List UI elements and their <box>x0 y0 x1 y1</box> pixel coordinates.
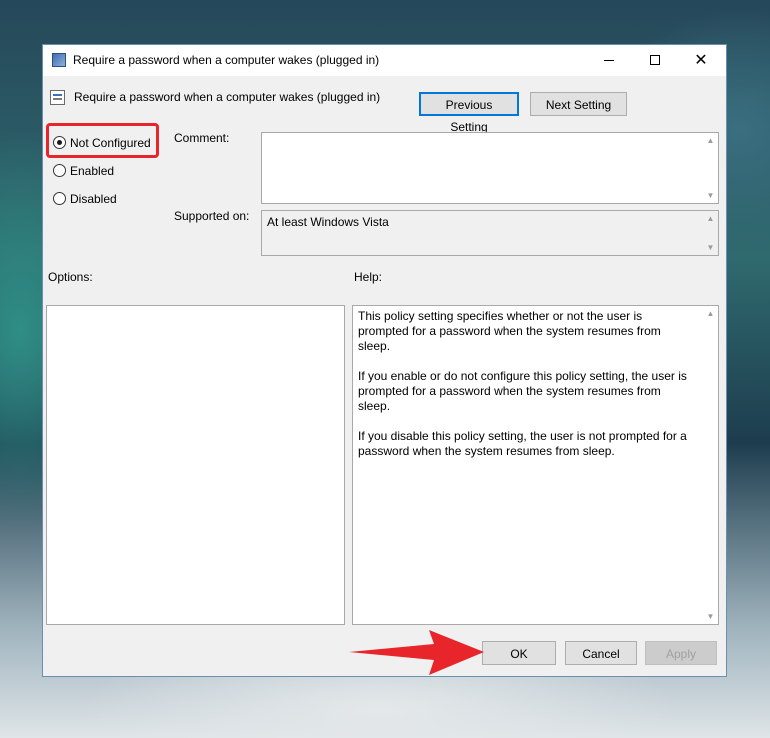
apply-button[interactable]: Apply <box>645 641 717 665</box>
maximize-button[interactable] <box>632 45 678 76</box>
help-paragraph: If you disable this policy setting, the … <box>358 429 687 458</box>
minimize-icon <box>604 60 614 61</box>
next-setting-button[interactable]: Next Setting <box>530 92 627 116</box>
supported-on-value: At least Windows Vista <box>267 215 389 229</box>
annotation-highlight-box <box>46 123 159 158</box>
cancel-button[interactable]: Cancel <box>565 641 637 665</box>
comment-textarea[interactable]: ▲ ▼ <box>261 132 719 204</box>
previous-setting-button[interactable]: Previous Setting <box>419 92 519 134</box>
scroll-up-icon[interactable]: ▲ <box>706 136 715 145</box>
scroll-down-icon[interactable]: ▼ <box>706 191 715 200</box>
scroll-down-icon[interactable]: ▼ <box>706 243 715 252</box>
help-panel[interactable]: This policy setting specifies whether or… <box>352 305 719 625</box>
radio-button[interactable] <box>53 192 66 205</box>
scroll-down-icon[interactable]: ▼ <box>706 612 715 621</box>
comment-label: Comment: <box>174 131 230 145</box>
help-label: Help: <box>354 270 383 284</box>
supported-scrollbar[interactable]: ▲ ▼ <box>703 211 718 255</box>
help-scrollbar[interactable]: ▲ ▼ <box>703 306 718 624</box>
options-label: Options: <box>48 270 93 284</box>
setting-icon <box>50 90 65 105</box>
minimize-button[interactable] <box>586 45 632 76</box>
scroll-up-icon[interactable]: ▲ <box>706 309 715 318</box>
supported-on-label: Supported on: <box>174 209 250 223</box>
help-paragraph: If you enable or do not configure this p… <box>358 369 687 413</box>
comment-scrollbar[interactable]: ▲ ▼ <box>703 133 718 203</box>
window-title: Require a password when a computer wakes… <box>73 53 380 67</box>
title-bar[interactable]: Require a password when a computer wakes… <box>43 45 726 76</box>
maximize-icon <box>650 55 660 65</box>
setting-name: Require a password when a computer wakes… <box>74 90 381 104</box>
policy-icon <box>52 53 66 67</box>
options-panel <box>46 305 345 625</box>
radio-label: Enabled <box>70 164 115 178</box>
radio-label: Disabled <box>70 192 117 206</box>
help-paragraph: This policy setting specifies whether or… <box>358 309 661 353</box>
close-icon: ✕ <box>694 52 708 69</box>
policy-setting-dialog: Require a password when a computer wakes… <box>42 44 727 677</box>
radio-button[interactable] <box>53 164 66 177</box>
scroll-up-icon[interactable]: ▲ <box>706 214 715 223</box>
ok-button[interactable]: OK <box>482 641 556 665</box>
close-button[interactable]: ✕ <box>678 45 724 76</box>
supported-on-field: At least Windows Vista ▲ ▼ <box>261 210 719 256</box>
annotation-arrow-icon <box>349 630 484 675</box>
